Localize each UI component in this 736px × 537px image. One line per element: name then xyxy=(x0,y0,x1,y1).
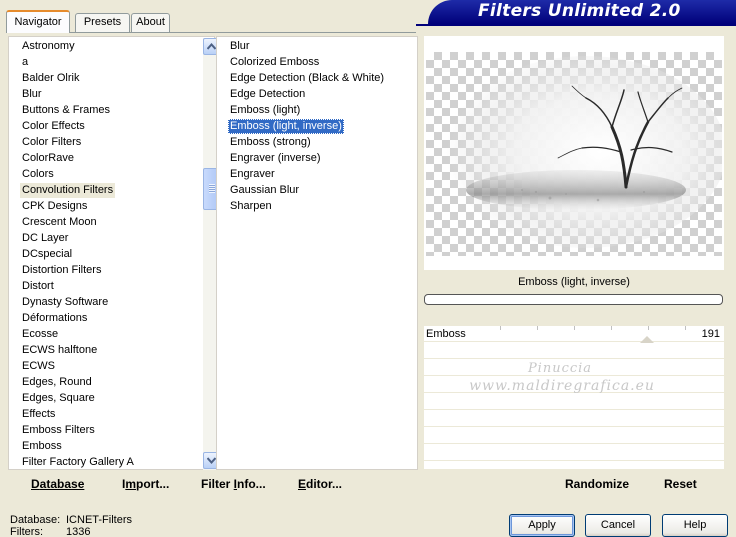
editor-label-end: ditor... xyxy=(306,477,343,491)
filter-info-button[interactable]: Filter Info... xyxy=(201,476,266,492)
category-item[interactable]: ColorRave xyxy=(20,151,76,166)
selected-filter-name: Emboss (light, inverse) xyxy=(518,276,630,288)
filter-info-label-end: nfo... xyxy=(237,477,266,491)
filter-item[interactable]: Blur xyxy=(228,39,252,54)
category-item[interactable]: Déformations xyxy=(20,311,89,326)
cancel-button[interactable]: Cancel xyxy=(585,514,651,537)
filter-item[interactable]: Edge Detection (Black & White) xyxy=(228,71,386,86)
reset-button[interactable]: Reset xyxy=(664,476,697,492)
title-banner: Filters Unlimited 2.0 xyxy=(428,0,736,24)
apply-button[interactable]: Apply xyxy=(509,514,575,537)
scroll-grip xyxy=(209,184,215,193)
category-item[interactable]: Colors xyxy=(20,167,56,182)
param-row-empty xyxy=(424,411,724,427)
status-database-label: Database: xyxy=(10,514,61,526)
parameter-panel: Emboss 191 xyxy=(424,326,724,469)
category-item[interactable]: Edges, Square xyxy=(20,391,97,406)
param-label: Emboss xyxy=(426,328,466,340)
banner-stripe xyxy=(416,24,736,26)
filter-item[interactable]: Sharpen xyxy=(228,199,274,214)
param-row-empty xyxy=(424,394,724,410)
param-row-empty xyxy=(424,343,724,359)
filter-list[interactable]: Blur Colorized Emboss Edge Detection (Blac… xyxy=(216,36,418,470)
filter-item[interactable]: Emboss (strong) xyxy=(228,135,313,150)
category-item[interactable]: ECWS halftone xyxy=(20,343,99,358)
database-underline: D xyxy=(31,477,40,491)
status-filters-label: Filters: xyxy=(10,526,43,537)
category-item[interactable]: Effects xyxy=(20,407,57,422)
param-value: 191 xyxy=(701,328,720,340)
category-item[interactable]: Convolution Filters xyxy=(20,183,116,198)
filter-item[interactable]: Emboss (light) xyxy=(228,103,302,118)
category-item[interactable]: Balder Olrik xyxy=(20,71,81,86)
category-item[interactable]: DCspecial xyxy=(20,247,74,262)
category-item[interactable]: Crescent Moon xyxy=(20,215,99,230)
category-item[interactable]: a xyxy=(20,55,30,70)
progress-bar xyxy=(424,294,723,305)
category-item[interactable]: Emboss Filters xyxy=(20,423,97,438)
help-button[interactable]: Help xyxy=(662,514,728,537)
category-item[interactable]: Emboss xyxy=(20,439,64,454)
import-underline: m xyxy=(125,477,137,491)
slider-marker[interactable] xyxy=(640,336,654,343)
database-button[interactable]: Database xyxy=(31,476,84,492)
filter-info-label-start: Filter xyxy=(201,477,234,491)
category-item[interactable]: CPK Designs xyxy=(20,199,89,214)
editor-underline: E xyxy=(298,477,307,491)
chevron-down-icon xyxy=(207,457,216,464)
category-item[interactable]: DC Layer xyxy=(20,231,70,246)
param-row-empty xyxy=(424,445,724,461)
tab-about[interactable]: About xyxy=(131,13,170,32)
import-button[interactable]: Import... xyxy=(122,476,169,492)
category-item[interactable]: Distort xyxy=(20,279,56,294)
filter-item[interactable]: Colorized Emboss xyxy=(228,55,321,70)
editor-button[interactable]: Editor... xyxy=(298,476,342,492)
category-item[interactable]: ECWS xyxy=(20,359,57,374)
app-title: Filters Unlimited 2.0 xyxy=(478,1,681,21)
param-row-emboss[interactable]: Emboss 191 xyxy=(424,326,724,343)
watermark-url: www.maldiregrafica.eu xyxy=(469,378,655,394)
category-item[interactable]: Ecosse xyxy=(20,327,60,342)
status-filters-value: 1336 xyxy=(66,526,91,537)
category-item[interactable]: Color Effects xyxy=(20,119,87,134)
category-item[interactable]: Buttons & Frames xyxy=(20,103,112,118)
status-filters: Filters: 1336 xyxy=(10,526,90,537)
category-item[interactable]: Color Filters xyxy=(20,135,83,150)
category-item[interactable]: Distortion Filters xyxy=(20,263,103,278)
status-database-value: ICNET-Filters xyxy=(66,514,132,526)
chevron-up-icon xyxy=(207,43,216,50)
category-item[interactable]: Blur xyxy=(20,87,44,102)
param-row-empty xyxy=(424,428,724,444)
category-item[interactable]: Edges, Round xyxy=(20,375,94,390)
category-item[interactable]: Filter Factory Gallery A xyxy=(20,455,136,470)
tab-navigator[interactable]: Navigator xyxy=(6,10,70,33)
tab-presets[interactable]: Presets xyxy=(75,13,130,32)
filter-item[interactable]: Gaussian Blur xyxy=(228,183,301,198)
status-database: Database: ICNET-Filters xyxy=(10,514,132,526)
category-list[interactable]: Astronomy a Balder Olrik Blur Buttons & Fram… xyxy=(8,36,220,470)
preview-image xyxy=(446,56,722,248)
import-label-end: port... xyxy=(136,477,170,491)
randomize-button[interactable]: Randomize xyxy=(565,476,629,492)
filter-item[interactable]: Engraver xyxy=(228,167,277,182)
watermark-name: Pinuccia xyxy=(527,361,593,376)
slider-ticks xyxy=(500,326,720,330)
filter-item[interactable]: Engraver (inverse) xyxy=(228,151,322,166)
database-label: atabase xyxy=(39,477,85,491)
filter-item[interactable]: Edge Detection xyxy=(228,87,307,102)
filter-item[interactable]: Emboss (light, inverse) xyxy=(228,119,344,134)
category-item[interactable]: Astronomy xyxy=(20,39,77,54)
category-item[interactable]: Dynasty Software xyxy=(20,295,110,310)
